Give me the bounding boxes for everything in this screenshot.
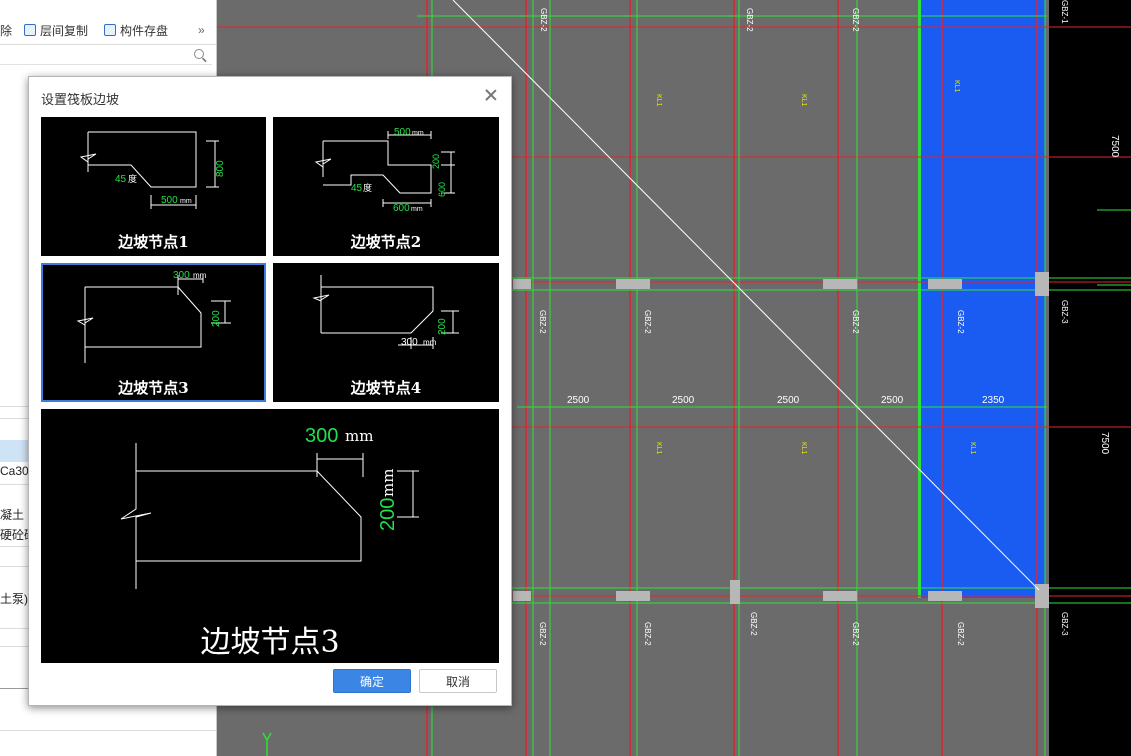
beam-tag: GBZ-2 bbox=[851, 622, 860, 646]
beam-tag: GBZ-2 bbox=[956, 310, 965, 334]
side-dim-2: 7500 bbox=[1099, 432, 1110, 455]
dialog-title: 设置筏板边坡 bbox=[41, 92, 120, 107]
toolbar: 除 层间复制 构件存盘 » bbox=[0, 0, 216, 45]
width-unit: mm bbox=[193, 271, 207, 280]
preview-width-value: 300 bbox=[305, 425, 338, 447]
beam-tag: GBZ-2 bbox=[643, 622, 652, 646]
dim-label-1: 2500 bbox=[567, 395, 590, 406]
search-input[interactable] bbox=[0, 46, 212, 65]
width-value: 300 bbox=[401, 337, 418, 348]
node-3-label: 边坡节点3 bbox=[118, 379, 189, 397]
node-option-3[interactable]: 300 mm 200 边坡节点3 bbox=[41, 263, 266, 402]
node-option-1[interactable]: 45 度 800 500 mm 边坡节点1 bbox=[41, 117, 266, 256]
beam-label: KL1 bbox=[655, 442, 662, 455]
beam-tag: GBZ-2 bbox=[538, 622, 547, 646]
beam-tag: GBZ-2 bbox=[539, 8, 548, 32]
beam-tag: GBZ-2 bbox=[745, 8, 754, 32]
beam-tag: GBZ-2 bbox=[851, 8, 860, 32]
dim-label-4: 2500 bbox=[881, 395, 904, 406]
top-unit: mm bbox=[412, 130, 424, 137]
preview-height-value: 200 bbox=[377, 498, 399, 531]
save-icon bbox=[104, 24, 116, 36]
width-unit: mm bbox=[180, 198, 192, 205]
height-value: 800 bbox=[215, 160, 226, 177]
beam-label: KL1 bbox=[969, 442, 976, 455]
delete-label: 除 bbox=[0, 23, 13, 38]
confirm-button[interactable]: 确定 bbox=[333, 669, 411, 693]
side-dim-1: 7500 bbox=[1109, 135, 1120, 158]
beam-tag: GBZ-2 bbox=[956, 622, 965, 646]
h1-value: 200 bbox=[431, 154, 441, 169]
bottom-value: 600 bbox=[393, 203, 410, 214]
preview-height-unit: mm bbox=[379, 469, 397, 497]
node-4-label: 边坡节点4 bbox=[350, 379, 422, 397]
dim-label-2: 2500 bbox=[672, 395, 695, 406]
node-preview: 300 mm 200 mm 边坡节点3 bbox=[41, 409, 499, 663]
beam-label: KL1 bbox=[655, 94, 662, 107]
preview-label: 边坡节点3 bbox=[200, 625, 340, 660]
beam-tag: GBZ-2 bbox=[538, 310, 547, 334]
preview-width-unit: mm bbox=[345, 427, 373, 445]
delete-button[interactable]: 除 bbox=[0, 20, 12, 40]
beam-tag: GBZ-2 bbox=[851, 310, 860, 334]
width-value: 300 bbox=[173, 270, 190, 281]
selected-row[interactable] bbox=[0, 440, 30, 462]
property-c30[interactable]: Ca30 bbox=[0, 464, 29, 478]
search-icon bbox=[194, 49, 204, 59]
beam-label: KL1 bbox=[953, 80, 960, 93]
beam-tag: GBZ-3 bbox=[1060, 300, 1069, 324]
beam-tag: GBZ-1 bbox=[1060, 0, 1069, 24]
h2-value: 600 bbox=[437, 182, 447, 197]
node-2-label: 边坡节点2 bbox=[350, 233, 422, 251]
slope-settings-dialog: 设置筏板边坡 45 度 800 500 mm 边坡节点1 500 mm 200 … bbox=[28, 76, 512, 706]
node-1-label: 边坡节点1 bbox=[118, 233, 189, 251]
angle-value: 45 bbox=[115, 174, 127, 185]
beam-label: KL1 bbox=[800, 94, 807, 107]
floor-copy-label: 层间复制 bbox=[40, 23, 89, 38]
node-option-4[interactable]: 200 300 mm 边坡节点4 bbox=[273, 263, 499, 402]
beam-tag: GBZ-2 bbox=[643, 310, 652, 334]
dim-label-5: 2350 bbox=[982, 395, 1005, 406]
beam-label: KL1 bbox=[800, 442, 807, 455]
close-icon[interactable] bbox=[483, 87, 499, 103]
cancel-button[interactable]: 取消 bbox=[419, 669, 497, 693]
width-unit: mm bbox=[423, 338, 437, 347]
property-pump[interactable]: 土泵) bbox=[0, 590, 28, 607]
more-toolbar-button[interactable]: » bbox=[198, 20, 205, 40]
height-value: 200 bbox=[211, 310, 222, 327]
beam-tag: GBZ-2 bbox=[749, 612, 758, 636]
more-icon: » bbox=[198, 23, 205, 37]
angle-unit: 度 bbox=[363, 182, 372, 194]
highlighted-slab[interactable] bbox=[919, 0, 1045, 598]
width-value: 500 bbox=[161, 195, 178, 206]
beam-tag: GBZ-3 bbox=[1060, 612, 1069, 636]
component-save-button[interactable]: 构件存盘 bbox=[104, 20, 168, 40]
height-value: 200 bbox=[437, 318, 448, 335]
angle-unit: 度 bbox=[128, 173, 137, 185]
copy-icon bbox=[24, 24, 36, 36]
floor-copy-button[interactable]: 层间复制 bbox=[24, 20, 88, 40]
property-concrete[interactable]: 凝土 bbox=[0, 506, 24, 523]
node-option-2[interactable]: 500 mm 200 600 45 度 600 mm 边坡节点2 bbox=[273, 117, 499, 256]
divider bbox=[0, 730, 216, 731]
component-save-label: 构件存盘 bbox=[120, 23, 169, 38]
angle-value: 45 bbox=[351, 183, 363, 194]
dim-label-3: 2500 bbox=[777, 395, 800, 406]
top-value: 500 bbox=[394, 127, 411, 138]
bottom-unit: mm bbox=[411, 206, 423, 213]
